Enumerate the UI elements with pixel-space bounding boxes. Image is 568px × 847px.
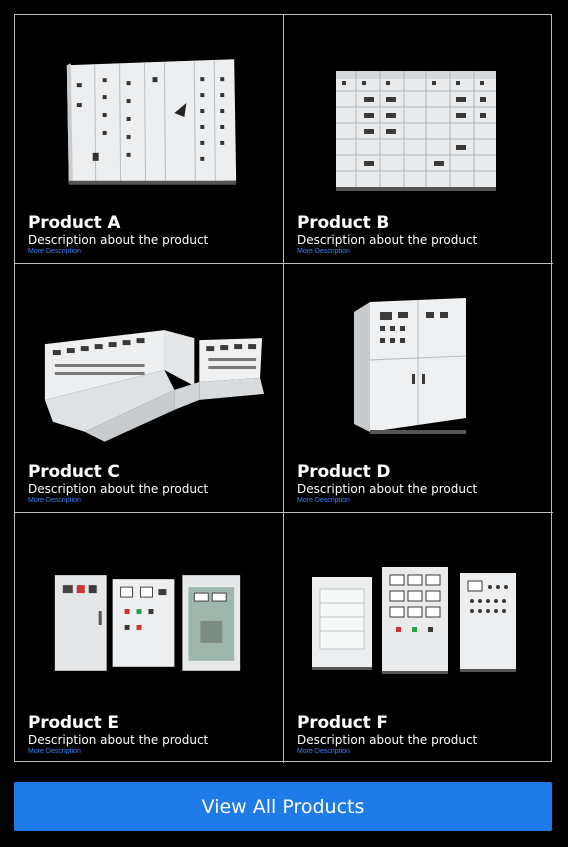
product-description: Description about the product [297, 733, 478, 747]
product-description: Description about the product [28, 482, 209, 496]
control-desk-image [15, 282, 283, 452]
product-card-e[interactable]: Product E Description about the product … [15, 513, 284, 763]
control-panels-image [284, 531, 553, 701]
product-title[interactable]: Product D [297, 462, 545, 482]
more-description-link[interactable]: More Description [297, 747, 545, 757]
product-description: Description about the product [297, 233, 478, 247]
view-all-products-button[interactable]: View All Products [14, 782, 552, 831]
product-description: Description about the product [297, 482, 478, 496]
product-title[interactable]: Product C [28, 462, 275, 482]
mcc-panel-image [284, 33, 553, 203]
product-card-a[interactable]: Product A Description about the product … [15, 15, 284, 264]
more-description-link[interactable]: More Description [28, 247, 275, 257]
cabinet-panel-image [284, 282, 553, 452]
product-title[interactable]: Product F [297, 713, 545, 733]
more-description-link[interactable]: More Description [28, 747, 275, 757]
more-description-link[interactable]: More Description [297, 496, 545, 506]
product-card-d[interactable]: Product D Description about the product … [284, 264, 553, 513]
product-title[interactable]: Product A [28, 213, 275, 233]
product-card-c[interactable]: Product C Description about the product … [15, 264, 284, 513]
product-grid: Product A Description about the product … [14, 14, 553, 763]
product-title[interactable]: Product B [297, 213, 545, 233]
product-description: Description about the product [28, 233, 209, 247]
more-description-link[interactable]: More Description [28, 496, 275, 506]
more-description-link[interactable]: More Description [297, 247, 545, 257]
product-card-f[interactable]: Product F Description about the product … [284, 513, 553, 763]
product-title[interactable]: Product E [28, 713, 275, 733]
product-card-b[interactable]: Product B Description about the product … [284, 15, 553, 264]
switchgear-panel-image [15, 33, 283, 203]
distribution-boxes-image [15, 531, 283, 701]
product-description: Description about the product [28, 733, 209, 747]
